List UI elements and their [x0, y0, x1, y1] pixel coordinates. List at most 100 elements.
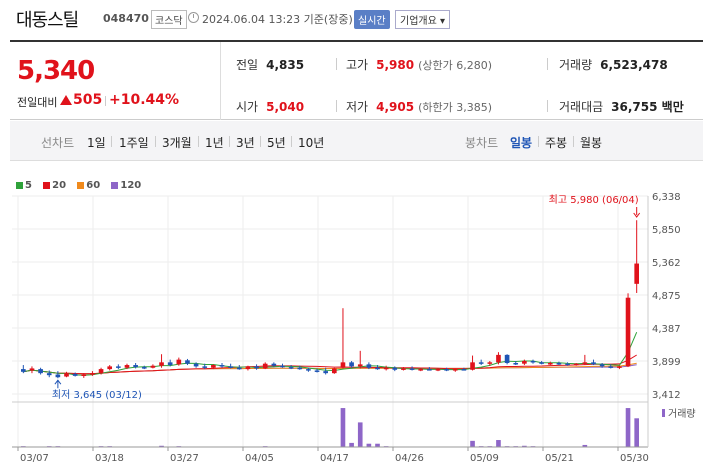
candle-body [38, 369, 43, 374]
candle-body [409, 368, 415, 370]
realtime-button[interactable]: 실시간 [354, 10, 390, 29]
candle-body [262, 363, 268, 369]
candle-body [176, 359, 182, 365]
x-tick-label: 05/09 [470, 453, 499, 464]
candle-body [141, 367, 147, 369]
candle-period-month[interactable]: 월봉 [580, 134, 602, 151]
line-period-3m[interactable]: 3개월 [162, 134, 192, 151]
candle-body [297, 367, 303, 370]
candle-body [332, 368, 337, 374]
min-price-annotation: 최저 3,645 (03/12) [52, 389, 142, 401]
candle-body [271, 363, 277, 366]
candle-body [124, 365, 130, 368]
divider [198, 136, 199, 147]
candle-body [280, 365, 285, 368]
candle-body [349, 362, 354, 367]
candle-body [314, 370, 320, 372]
annotations: 최고 5,980 (06/04) 최저 3,645 (03/12) [52, 194, 641, 401]
x-tick-label: 05/21 [545, 453, 574, 464]
candle-body [21, 369, 26, 372]
divider [336, 58, 337, 70]
volume-bar [349, 442, 354, 447]
stat-value: 36,755 백만 [611, 100, 684, 114]
candle-body [461, 369, 467, 371]
stock-code: 048470 [103, 12, 149, 25]
y-tick-label: 5,362 [652, 258, 681, 269]
clock-icon [188, 12, 199, 23]
moving-average-lines [23, 332, 638, 376]
volume-bar [496, 440, 501, 447]
candle-body [591, 362, 596, 365]
candle-body [504, 354, 510, 364]
candle-body [383, 367, 389, 370]
candle-body [582, 362, 588, 364]
volume-bar [625, 408, 631, 447]
candle-body [306, 369, 311, 371]
candle-body [133, 365, 138, 368]
candle-period-day[interactable]: 일봉 [510, 134, 532, 151]
volume-bars: 거래량 [21, 408, 696, 447]
line-period-1w[interactable]: 1주일 [119, 134, 149, 151]
volume-label: 거래량 [668, 408, 696, 420]
candle-body [375, 367, 380, 370]
candle-body [392, 367, 398, 370]
change-label: 전일대비 [17, 96, 58, 109]
candle-body [608, 366, 614, 368]
candle-body [625, 297, 631, 367]
candle-body [401, 368, 406, 370]
x-tick-label: 04/05 [245, 453, 274, 464]
divider [336, 100, 337, 112]
candle-period-week[interactable]: 주봉 [545, 134, 567, 151]
stat-value: 6,523,478 [600, 58, 668, 72]
y-tick-label: 4,875 [652, 291, 681, 302]
line-period-1d[interactable]: 1일 [87, 134, 106, 151]
candle-body [72, 373, 78, 376]
x-tick-label: 03/18 [95, 453, 124, 464]
candle-body [55, 374, 61, 378]
candle-body [366, 364, 372, 368]
stat-label: 전일 [236, 58, 259, 72]
candle-body [116, 366, 121, 368]
candle-body [228, 366, 233, 368]
line-chart-label: 선차트 [41, 136, 75, 150]
divider [220, 42, 221, 120]
candle-body [478, 362, 484, 364]
candle-body [202, 366, 208, 368]
quote-time: 2024.06.04 13:23 기준(장중) [202, 13, 353, 26]
candle-body [245, 366, 251, 370]
divider [260, 136, 261, 147]
stat-label: 시가 [236, 100, 259, 114]
stat-extra: (상한가 6,280) [418, 59, 492, 72]
company-overview-dropdown[interactable]: 기업개요 ▾ [395, 10, 450, 29]
candle-body [150, 365, 156, 368]
line-period-5y[interactable]: 5년 [267, 134, 286, 151]
divider [573, 136, 574, 147]
y-tick-label: 3,899 [652, 357, 681, 368]
stat-open: 시가 5,040 [236, 98, 304, 115]
line-period-3y[interactable]: 3년 [236, 134, 255, 151]
candle-body [64, 373, 69, 377]
candle-body [444, 369, 449, 371]
candle-body [539, 362, 544, 364]
line-period-10y[interactable]: 10년 [298, 134, 324, 151]
candle-body [617, 366, 622, 368]
volume-legend-swatch [662, 409, 665, 417]
stat-low: 저가 4,905 (하한가 3,385) [346, 98, 492, 115]
stat-amount: 거래대금 36,755 백만 [559, 98, 684, 115]
divider [229, 136, 230, 147]
current-price: 5,340 [17, 56, 95, 86]
stat-value: 4,835 [266, 58, 305, 72]
candle-chart-label: 봉차트 [465, 136, 499, 150]
stat-label: 저가 [346, 100, 369, 114]
volume-bar [470, 440, 475, 447]
candle-body [487, 362, 493, 364]
x-tick-label: 05/30 [620, 453, 649, 464]
stock-chart[interactable]: 5 20 60 120 거래량 최고 5,980 (06/04) 최저 3,645… [0, 170, 703, 473]
candle-body [236, 367, 242, 370]
candle-body [288, 367, 294, 369]
candle-body [90, 373, 95, 375]
line-period-1y[interactable]: 1년 [205, 134, 224, 151]
y-tick-label: 5,850 [652, 225, 681, 236]
candle-body [98, 369, 104, 374]
up-arrow-icon [60, 95, 72, 105]
